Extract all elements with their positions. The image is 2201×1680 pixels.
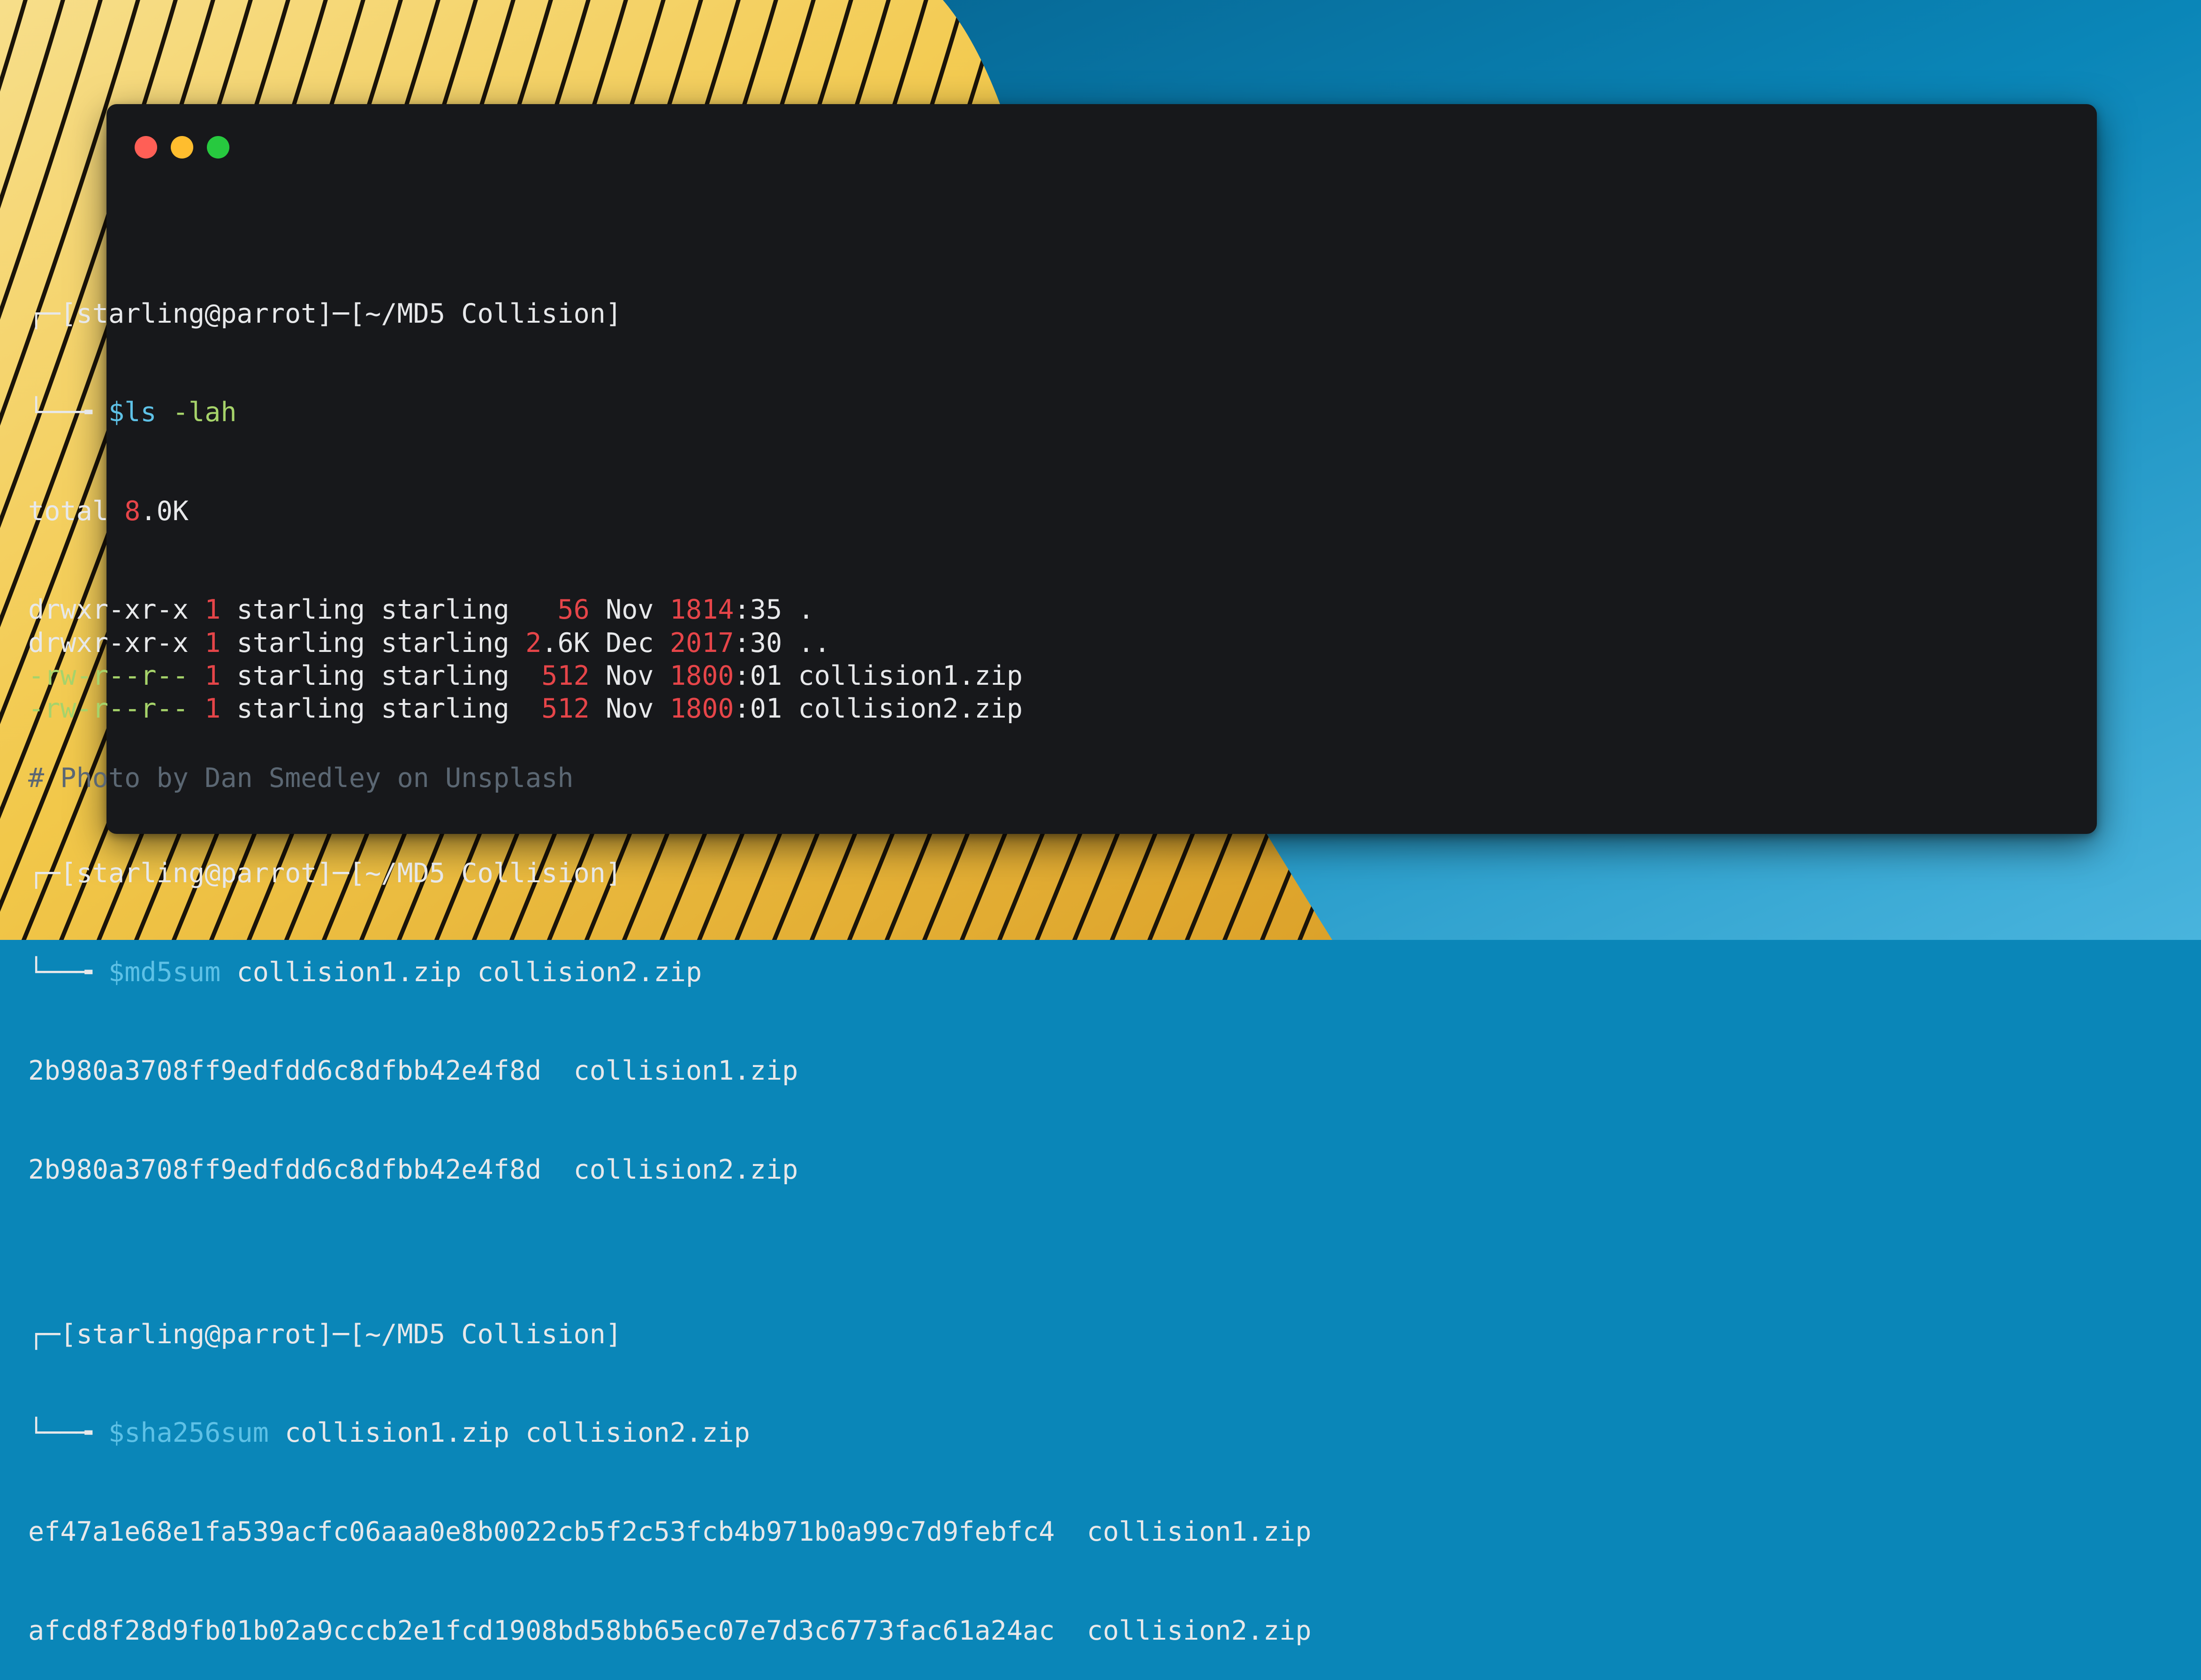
owner-group: starling starling <box>220 693 526 724</box>
prompt-sigil: $ <box>108 956 125 988</box>
command-line: └──╼ $ls -lah <box>28 396 1312 429</box>
minimize-button[interactable] <box>171 136 193 159</box>
file-permissions: drwxr-xr-x <box>28 594 189 626</box>
mod-minute: :35 <box>734 594 782 626</box>
file-permissions: drwxr-xr-x <box>28 627 189 658</box>
mod-hour: 14 <box>702 594 734 626</box>
prompt-header: ┌─[starling@parrot]─[~/MD5 Collision] <box>28 1318 1312 1351</box>
mod-day: 20 <box>669 627 702 658</box>
link-count: 1 <box>205 660 221 691</box>
owner-group: starling starling <box>220 627 526 658</box>
mod-month: Nov <box>589 660 670 691</box>
command-args: collision1.zip collision2.zip <box>220 956 702 988</box>
ls-row: drwxr-xr-x 1 starling starling 56 Nov 18… <box>28 593 1312 626</box>
file-name: collision2.zip <box>782 693 1023 724</box>
mod-day: 18 <box>669 660 702 691</box>
mod-minute: :01 <box>734 693 782 724</box>
mod-minute: :30 <box>734 627 782 658</box>
ls-listing: drwxr-xr-x 1 starling starling 56 Nov 18… <box>28 593 1312 725</box>
photo-credit-comment: # Photo by Dan Smedley on Unsplash <box>28 763 574 794</box>
prompt-branch: └──╼ <box>28 956 108 988</box>
maximize-button[interactable] <box>207 136 229 159</box>
prompt-sigil: $ <box>108 1417 125 1449</box>
link-count: 1 <box>205 594 221 626</box>
prompt-header-text: ┌─[starling@parrot]─[~/MD5 Collision] <box>28 857 622 889</box>
close-button[interactable] <box>135 136 157 159</box>
file-name: .. <box>782 627 830 658</box>
mod-hour: 17 <box>702 627 734 658</box>
file-size: 512 <box>525 660 590 691</box>
prompt-header: ┌─[starling@parrot]─[~/MD5 Collision] <box>28 857 1312 890</box>
window-controls <box>135 136 229 159</box>
sha256-hash-2: afcd8f28d9fb01b02a9cccb2e1fcd1908bd58bb6… <box>28 1615 1312 1646</box>
mod-hour: 00 <box>702 660 734 691</box>
link-count: 1 <box>205 693 221 724</box>
owner-group: starling starling <box>220 660 526 691</box>
mod-month: Nov <box>589 693 670 724</box>
mod-month: Dec <box>589 627 670 658</box>
command-name: ls <box>124 397 157 428</box>
file-size: 56 <box>525 594 590 626</box>
prompt-sigil: $ <box>108 397 125 428</box>
ls-row: drwxr-xr-x 1 starling starling 2.6K Dec … <box>28 627 1312 659</box>
prompt-header-text: ┌─[starling@parrot]─[~/MD5 Collision] <box>28 1318 622 1350</box>
file-permissions: -rw-r--r-- <box>28 693 189 724</box>
terminal-output: ┌─[starling@parrot]─[~/MD5 Collision] └─… <box>28 198 1312 1680</box>
prompt-header: ┌─[starling@parrot]─[~/MD5 Collision] <box>28 297 1312 330</box>
command-line: └──╼ $sha256sum collision1.zip collision… <box>28 1416 1312 1449</box>
file-name: . <box>782 594 814 626</box>
file-permissions: -rw-r--r-- <box>28 660 189 691</box>
prompt-branch: └──╼ <box>28 1417 108 1449</box>
command-args: -lah <box>172 397 237 428</box>
total-unit: .0K <box>140 495 189 527</box>
command-name: sha256sum <box>124 1417 269 1449</box>
prompt-header-text: ┌─[starling@parrot]─[~/MD5 Collision] <box>28 298 622 329</box>
file-size-unit: .6K <box>541 627 590 658</box>
hash-output-line: 2b980a3708ff9edfdd6c8dfbb42e4f8d collisi… <box>28 1153 1312 1186</box>
hash-output-line: ef47a1e68e1fa539acfc06aaa0e8b0022cb5f2c5… <box>28 1515 1312 1548</box>
file-name: collision1.zip <box>782 660 1023 691</box>
total-number: 8 <box>124 495 141 527</box>
total-label: total <box>28 495 125 527</box>
owner-group: starling starling <box>220 594 526 626</box>
file-size: 2 <box>525 627 542 658</box>
file-size: 512 <box>525 693 590 724</box>
mod-minute: :01 <box>734 660 782 691</box>
command-name: md5sum <box>124 956 221 988</box>
mod-month: Nov <box>589 594 670 626</box>
md5-hash-1: 2b980a3708ff9edfdd6c8dfbb42e4f8d collisi… <box>28 1055 798 1087</box>
ls-row: -rw-r--r-- 1 starling starling 512 Nov 1… <box>28 692 1312 725</box>
command-args: collision1.zip collision2.zip <box>268 1417 750 1449</box>
sha256-hash-1: ef47a1e68e1fa539acfc06aaa0e8b0022cb5f2c5… <box>28 1516 1312 1547</box>
mod-day: 18 <box>669 693 702 724</box>
ls-row: -rw-r--r-- 1 starling starling 512 Nov 1… <box>28 659 1312 692</box>
mod-day: 18 <box>669 594 702 626</box>
ls-total-line: total 8.0K <box>28 495 1312 528</box>
hash-output-line: afcd8f28d9fb01b02a9cccb2e1fcd1908bd58bb6… <box>28 1614 1312 1647</box>
hash-output-line: 2b980a3708ff9edfdd6c8dfbb42e4f8d collisi… <box>28 1054 1312 1087</box>
command-line: └──╼ $md5sum collision1.zip collision2.z… <box>28 956 1312 989</box>
prompt-branch: └──╼ <box>28 397 108 428</box>
link-count: 1 <box>205 627 221 658</box>
md5-hash-2: 2b980a3708ff9edfdd6c8dfbb42e4f8d collisi… <box>28 1154 798 1185</box>
mod-hour: 00 <box>702 693 734 724</box>
